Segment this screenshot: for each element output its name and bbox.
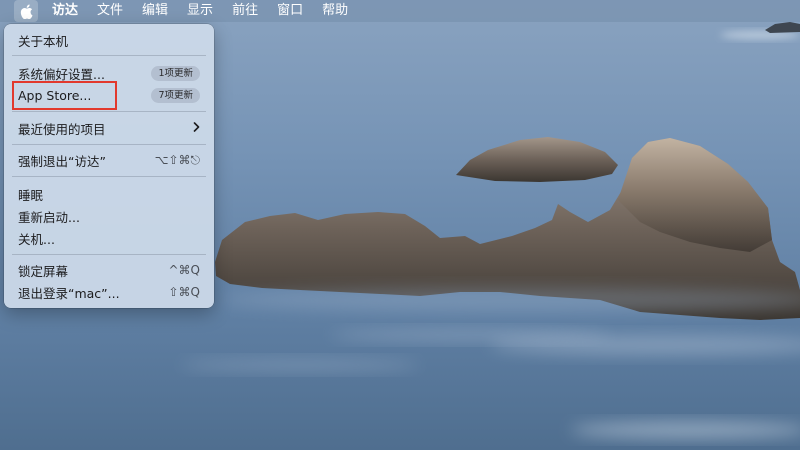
- menu-item-restart[interactable]: 重新启动...: [4, 205, 214, 227]
- menu-item-sleep[interactable]: 睡眠: [4, 183, 214, 205]
- menu-edit[interactable]: 编辑: [142, 0, 168, 22]
- menu-item-label: 锁定屏幕: [18, 263, 69, 279]
- menu-item-force-quit[interactable]: 强制退出“访达” ⌥⇧⌘⎋: [4, 149, 214, 171]
- menu-item-label: 关于本机: [18, 33, 69, 49]
- apple-dropdown-menu: 关于本机 系统偏好设置... 1项更新 App Store... 7项更新 最近…: [4, 24, 214, 308]
- menu-separator: [12, 111, 206, 112]
- menu-go[interactable]: 前往: [232, 0, 258, 22]
- menu-item-recent-items[interactable]: 最近使用的项目: [4, 117, 214, 139]
- menu-view[interactable]: 显示: [187, 0, 213, 22]
- menu-window[interactable]: 窗口: [277, 0, 303, 22]
- keyboard-shortcut: ⇧⌘Q: [168, 285, 201, 299]
- menu-item-label: 关机...: [18, 231, 55, 247]
- update-badge: 1项更新: [151, 65, 200, 81]
- desktop: 访达 文件 编辑 显示 前往 窗口 帮助 关于本机 系统偏好设置... 1项更新…: [0, 0, 800, 450]
- menu-file[interactable]: 文件: [97, 0, 123, 22]
- menu-item-about-this-mac[interactable]: 关于本机: [4, 29, 214, 51]
- menu-item-shut-down[interactable]: 关机...: [4, 227, 214, 249]
- menu-item-label: 睡眠: [18, 187, 44, 203]
- menu-item-label: 强制退出“访达”: [18, 153, 106, 169]
- menu-help[interactable]: 帮助: [322, 0, 348, 22]
- menu-separator: [12, 55, 206, 56]
- keyboard-shortcut: ^⌘Q: [168, 263, 201, 277]
- menu-separator: [12, 176, 206, 177]
- menu-item-label: 重新启动...: [18, 209, 80, 225]
- menu-item-log-out[interactable]: 退出登录“mac”... ⇧⌘Q: [4, 281, 214, 303]
- chevron-right-icon: [193, 121, 200, 135]
- menu-finder[interactable]: 访达: [52, 0, 78, 22]
- menu-item-label: 退出登录“mac”...: [18, 285, 120, 301]
- menu-item-label: 最近使用的项目: [18, 121, 106, 137]
- menu-separator: [12, 254, 206, 255]
- update-badge: 7项更新: [151, 87, 200, 103]
- keyboard-shortcut: ⌥⇧⌘⎋: [154, 152, 200, 167]
- menu-bar: 访达 文件 编辑 显示 前往 窗口 帮助: [0, 0, 800, 22]
- menu-separator: [12, 144, 206, 145]
- apple-icon: [20, 4, 32, 19]
- menu-item-lock-screen[interactable]: 锁定屏幕 ^⌘Q: [4, 259, 214, 281]
- menu-item-label: 系统偏好设置...: [18, 66, 105, 82]
- apple-menu-button[interactable]: [14, 0, 38, 22]
- highlight-annotation-box: [12, 81, 117, 110]
